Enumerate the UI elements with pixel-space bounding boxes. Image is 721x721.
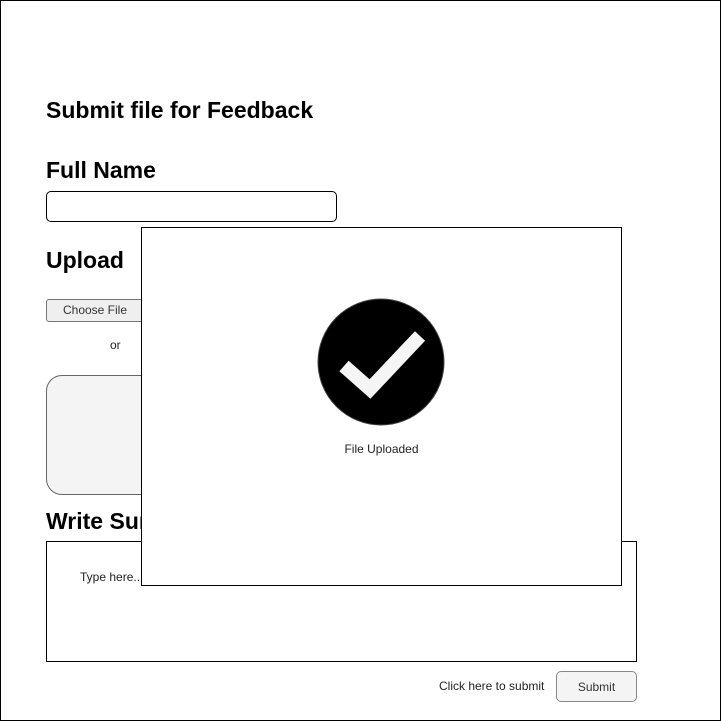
upload-label: Upload [46,247,124,273]
choose-file-button[interactable]: Choose File [46,299,144,322]
page-frame: Submit file for Feedback Full Name Uploa… [0,0,721,721]
page-title: Submit file for Feedback [46,97,314,123]
or-separator: or [110,338,121,352]
full-name-label: Full Name [46,157,156,183]
full-name-input[interactable] [46,191,337,222]
submit-button[interactable]: Submit [556,671,637,702]
submit-hint: Click here to submit [439,679,545,693]
check-circle-icon [317,298,445,426]
upload-success-modal: File Uploaded [141,227,622,586]
modal-message: File Uploaded [344,442,419,456]
